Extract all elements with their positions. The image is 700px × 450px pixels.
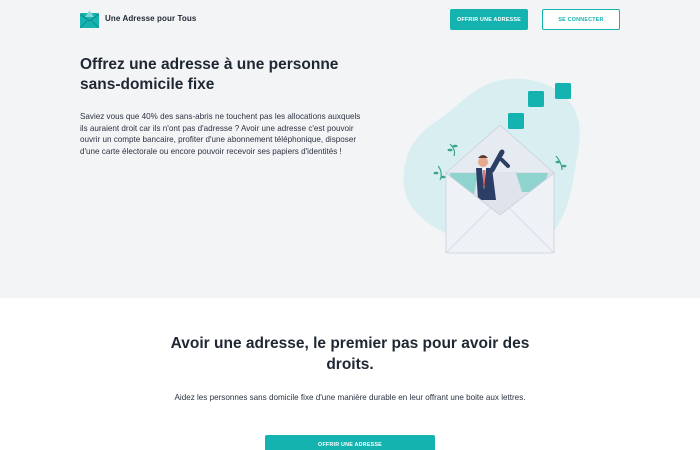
hero-title: Offrez une adresse à une personne sans-d… <box>80 56 339 93</box>
brand-name: Une Adresse pour Tous <box>105 14 197 23</box>
hero-description: Saviez vous que 40% des sans-abris ne to… <box>80 112 361 156</box>
section-title: Avoir une adresse, le premier pas pour a… <box>170 335 530 373</box>
offer-address-cta-button[interactable]: OFFRIR UNE ADRESSE <box>265 435 435 450</box>
section-description: Aidez les personnes sans domicile fixe d… <box>174 393 526 402</box>
login-button[interactable]: SE CONNECTER <box>542 9 620 30</box>
envelope-logo-icon <box>80 10 99 28</box>
envelope-person-illustration <box>403 78 580 254</box>
offer-address-nav-button[interactable]: OFFRIR UNE ADRESSE <box>450 9 528 30</box>
brand-logo[interactable]: Une Adresse pour Tous <box>80 9 196 28</box>
top-navigation-bar: Une Adresse pour Tous OFFRIR UNE ADRESSE… <box>0 0 700 40</box>
